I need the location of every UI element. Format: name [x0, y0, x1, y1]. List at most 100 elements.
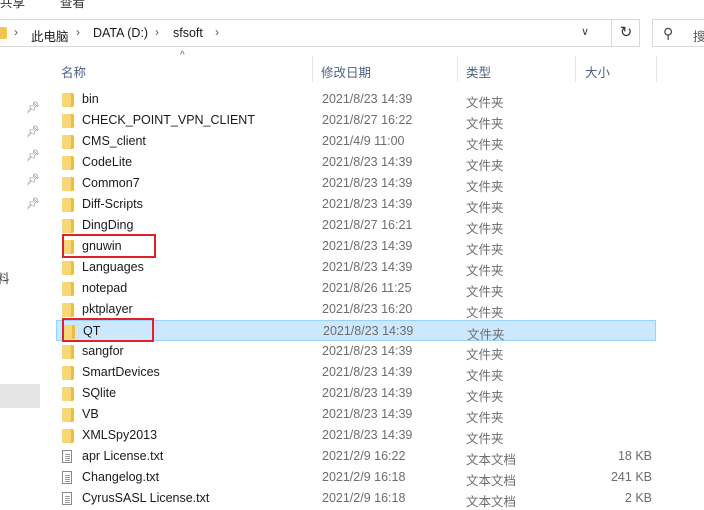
address-bar[interactable]: › 此电脑 › DATA (D:) › sfsoft › ∨ ↻ — [0, 19, 640, 47]
file-row[interactable]: Changelog.txt 2021/2/9 16:18 文本文档 241 KB — [56, 467, 656, 488]
address-row: › 此电脑 › DATA (D:) › sfsoft › ∨ ↻ ⚲ 搜 — [0, 14, 704, 52]
folder-icon — [62, 219, 74, 233]
tab-share[interactable]: 共享 — [0, 0, 25, 10]
file-name: CHECK_POINT_VPN_CLIENT — [82, 113, 255, 127]
file-type: 文件夹 — [466, 432, 504, 446]
nav-item-selected[interactable] — [0, 384, 40, 408]
breadcrumb-sfsoft[interactable]: sfsoft — [173, 26, 203, 40]
file-row[interactable]: Languages 2021/8/23 14:39 文件夹 — [56, 257, 656, 278]
file-row[interactable]: CMS_client 2021/4/9 11:00 文件夹 — [56, 131, 656, 152]
file-row[interactable]: apr License.txt 2021/2/9 16:22 文本文档 18 KB — [56, 446, 656, 467]
file-row[interactable]: notepad 2021/8/26 11:25 文件夹 — [56, 278, 656, 299]
sort-ascending-icon: ^ — [180, 50, 185, 61]
file-row[interactable]: CyrusSASL License.txt 2021/2/9 16:18 文本文档 2… — [56, 488, 656, 509]
file-type: 文件夹 — [466, 390, 504, 404]
chevron-right-icon[interactable]: › — [155, 25, 159, 39]
file-name: CodeLite — [82, 155, 133, 169]
file-name: Diff-Scripts — [82, 197, 143, 211]
file-modified: 2021/8/27 16:21 — [322, 218, 413, 232]
file-row[interactable]: XMLSpy2013 2021/8/23 14:39 文件夹 — [56, 425, 656, 446]
file-modified: 2021/2/9 16:22 — [322, 449, 406, 463]
file-type: 文件夹 — [466, 96, 504, 110]
file-row[interactable]: bin 2021/8/23 14:39 文件夹 — [56, 89, 656, 110]
pin-icon[interactable]: 📌︎ — [26, 101, 40, 114]
folder-icon — [62, 408, 74, 422]
folder-icon — [62, 177, 74, 191]
file-type: 文件夹 — [466, 411, 504, 425]
search-input[interactable]: ⚲ 搜 — [652, 19, 704, 47]
file-modified: 2021/2/9 16:18 — [322, 491, 406, 505]
column-divider[interactable] — [656, 56, 657, 82]
column-divider[interactable] — [457, 56, 458, 82]
ribbon-tabs: 共享 查看 — [0, 0, 704, 10]
chevron-right-icon[interactable]: › — [215, 25, 219, 39]
folder-icon — [62, 198, 74, 212]
file-row[interactable]: Common7 2021/8/23 14:39 文件夹 — [56, 173, 656, 194]
breadcrumb-this-pc[interactable]: 此电脑 — [31, 26, 69, 45]
file-type: 文件夹 — [466, 201, 504, 215]
chevron-right-icon[interactable]: › — [14, 25, 18, 39]
file-type: 文件夹 — [466, 159, 504, 173]
file-name: Common7 — [82, 176, 140, 190]
column-header-name[interactable]: 名称 — [61, 62, 86, 81]
file-row[interactable]: CodeLite 2021/8/23 14:39 文件夹 — [56, 152, 656, 173]
search-icon: ⚲ — [663, 25, 674, 41]
file-row[interactable]: SQlite 2021/8/23 14:39 文件夹 — [56, 383, 656, 404]
file-row[interactable]: DingDing 2021/8/27 16:21 文件夹 — [56, 215, 656, 236]
file-type: 文件夹 — [466, 285, 504, 299]
file-name: SmartDevices — [82, 365, 160, 379]
file-type: 文本文档 — [466, 474, 517, 488]
file-modified: 2021/8/23 14:39 — [322, 428, 413, 442]
file-name: pktplayer — [82, 302, 133, 316]
folder-icon — [62, 366, 74, 380]
pin-icon[interactable]: 📌︎ — [26, 149, 40, 162]
refresh-button[interactable]: ↻ — [611, 20, 640, 46]
text-file-icon — [62, 471, 72, 484]
file-name: bin — [82, 92, 99, 106]
folder-icon — [62, 261, 74, 275]
file-row[interactable]: pktplayer 2021/8/23 16:20 文件夹 — [56, 299, 656, 320]
file-row[interactable]: sangfor 2021/8/23 14:39 文件夹 — [56, 341, 656, 362]
file-row[interactable]: SmartDevices 2021/8/23 14:39 文件夹 — [56, 362, 656, 383]
folder-icon — [62, 135, 74, 149]
file-modified: 2021/8/23 14:39 — [322, 176, 413, 190]
folder-icon — [62, 93, 74, 107]
file-type: 文件夹 — [466, 138, 504, 152]
column-header-modified[interactable]: 修改日期 — [321, 62, 371, 81]
column-divider[interactable] — [312, 56, 313, 82]
column-header-type[interactable]: 类型 — [466, 62, 491, 81]
pin-icon[interactable]: 📌︎ — [26, 125, 40, 138]
pin-icon[interactable]: 📌︎ — [26, 197, 40, 210]
file-modified: 2021/8/23 14:39 — [322, 365, 413, 379]
text-file-icon — [62, 450, 72, 463]
tab-view[interactable]: 查看 — [60, 0, 85, 10]
file-name: XMLSpy2013 — [82, 428, 158, 442]
file-name: sangfor — [82, 344, 124, 358]
file-size: 241 KB — [610, 470, 652, 484]
column-header-size[interactable]: 大小 — [585, 62, 610, 81]
folder-icon — [62, 114, 74, 128]
file-type: 文本文档 — [466, 453, 517, 467]
chevron-down-icon[interactable]: ∨ — [581, 25, 589, 38]
file-modified: 2021/4/9 11:00 — [322, 134, 405, 148]
file-name: notepad — [82, 281, 128, 295]
file-modified: 2021/8/23 14:39 — [322, 260, 413, 274]
folder-icon — [62, 429, 74, 443]
column-headers: ^ 名称 修改日期 类型 大小 — [46, 50, 704, 86]
file-modified: 2021/8/23 14:39 — [322, 155, 413, 169]
file-modified: 2021/8/23 14:39 — [322, 407, 413, 421]
file-row[interactable]: CHECK_POINT_VPN_CLIENT 2021/8/27 16:22 文件夹 — [56, 110, 656, 131]
file-type: 文件夹 — [466, 306, 504, 320]
file-size: 18 KB — [617, 449, 652, 463]
file-size: 2 KB — [624, 491, 652, 505]
pin-icon[interactable]: 📌︎ — [26, 173, 40, 186]
file-row[interactable]: Diff-Scripts 2021/8/23 14:39 文件夹 — [56, 194, 656, 215]
column-divider[interactable] — [575, 56, 576, 82]
file-type: 文本文档 — [466, 495, 517, 509]
breadcrumb-data-drive[interactable]: DATA (D:) — [93, 26, 148, 40]
chevron-right-icon[interactable]: › — [76, 25, 80, 39]
search-placeholder: 搜 — [693, 30, 704, 44]
file-row[interactable]: VB 2021/8/23 14:39 文件夹 — [56, 404, 656, 425]
nav-item-label[interactable]: 料 — [0, 268, 10, 287]
folder-icon — [62, 345, 74, 359]
